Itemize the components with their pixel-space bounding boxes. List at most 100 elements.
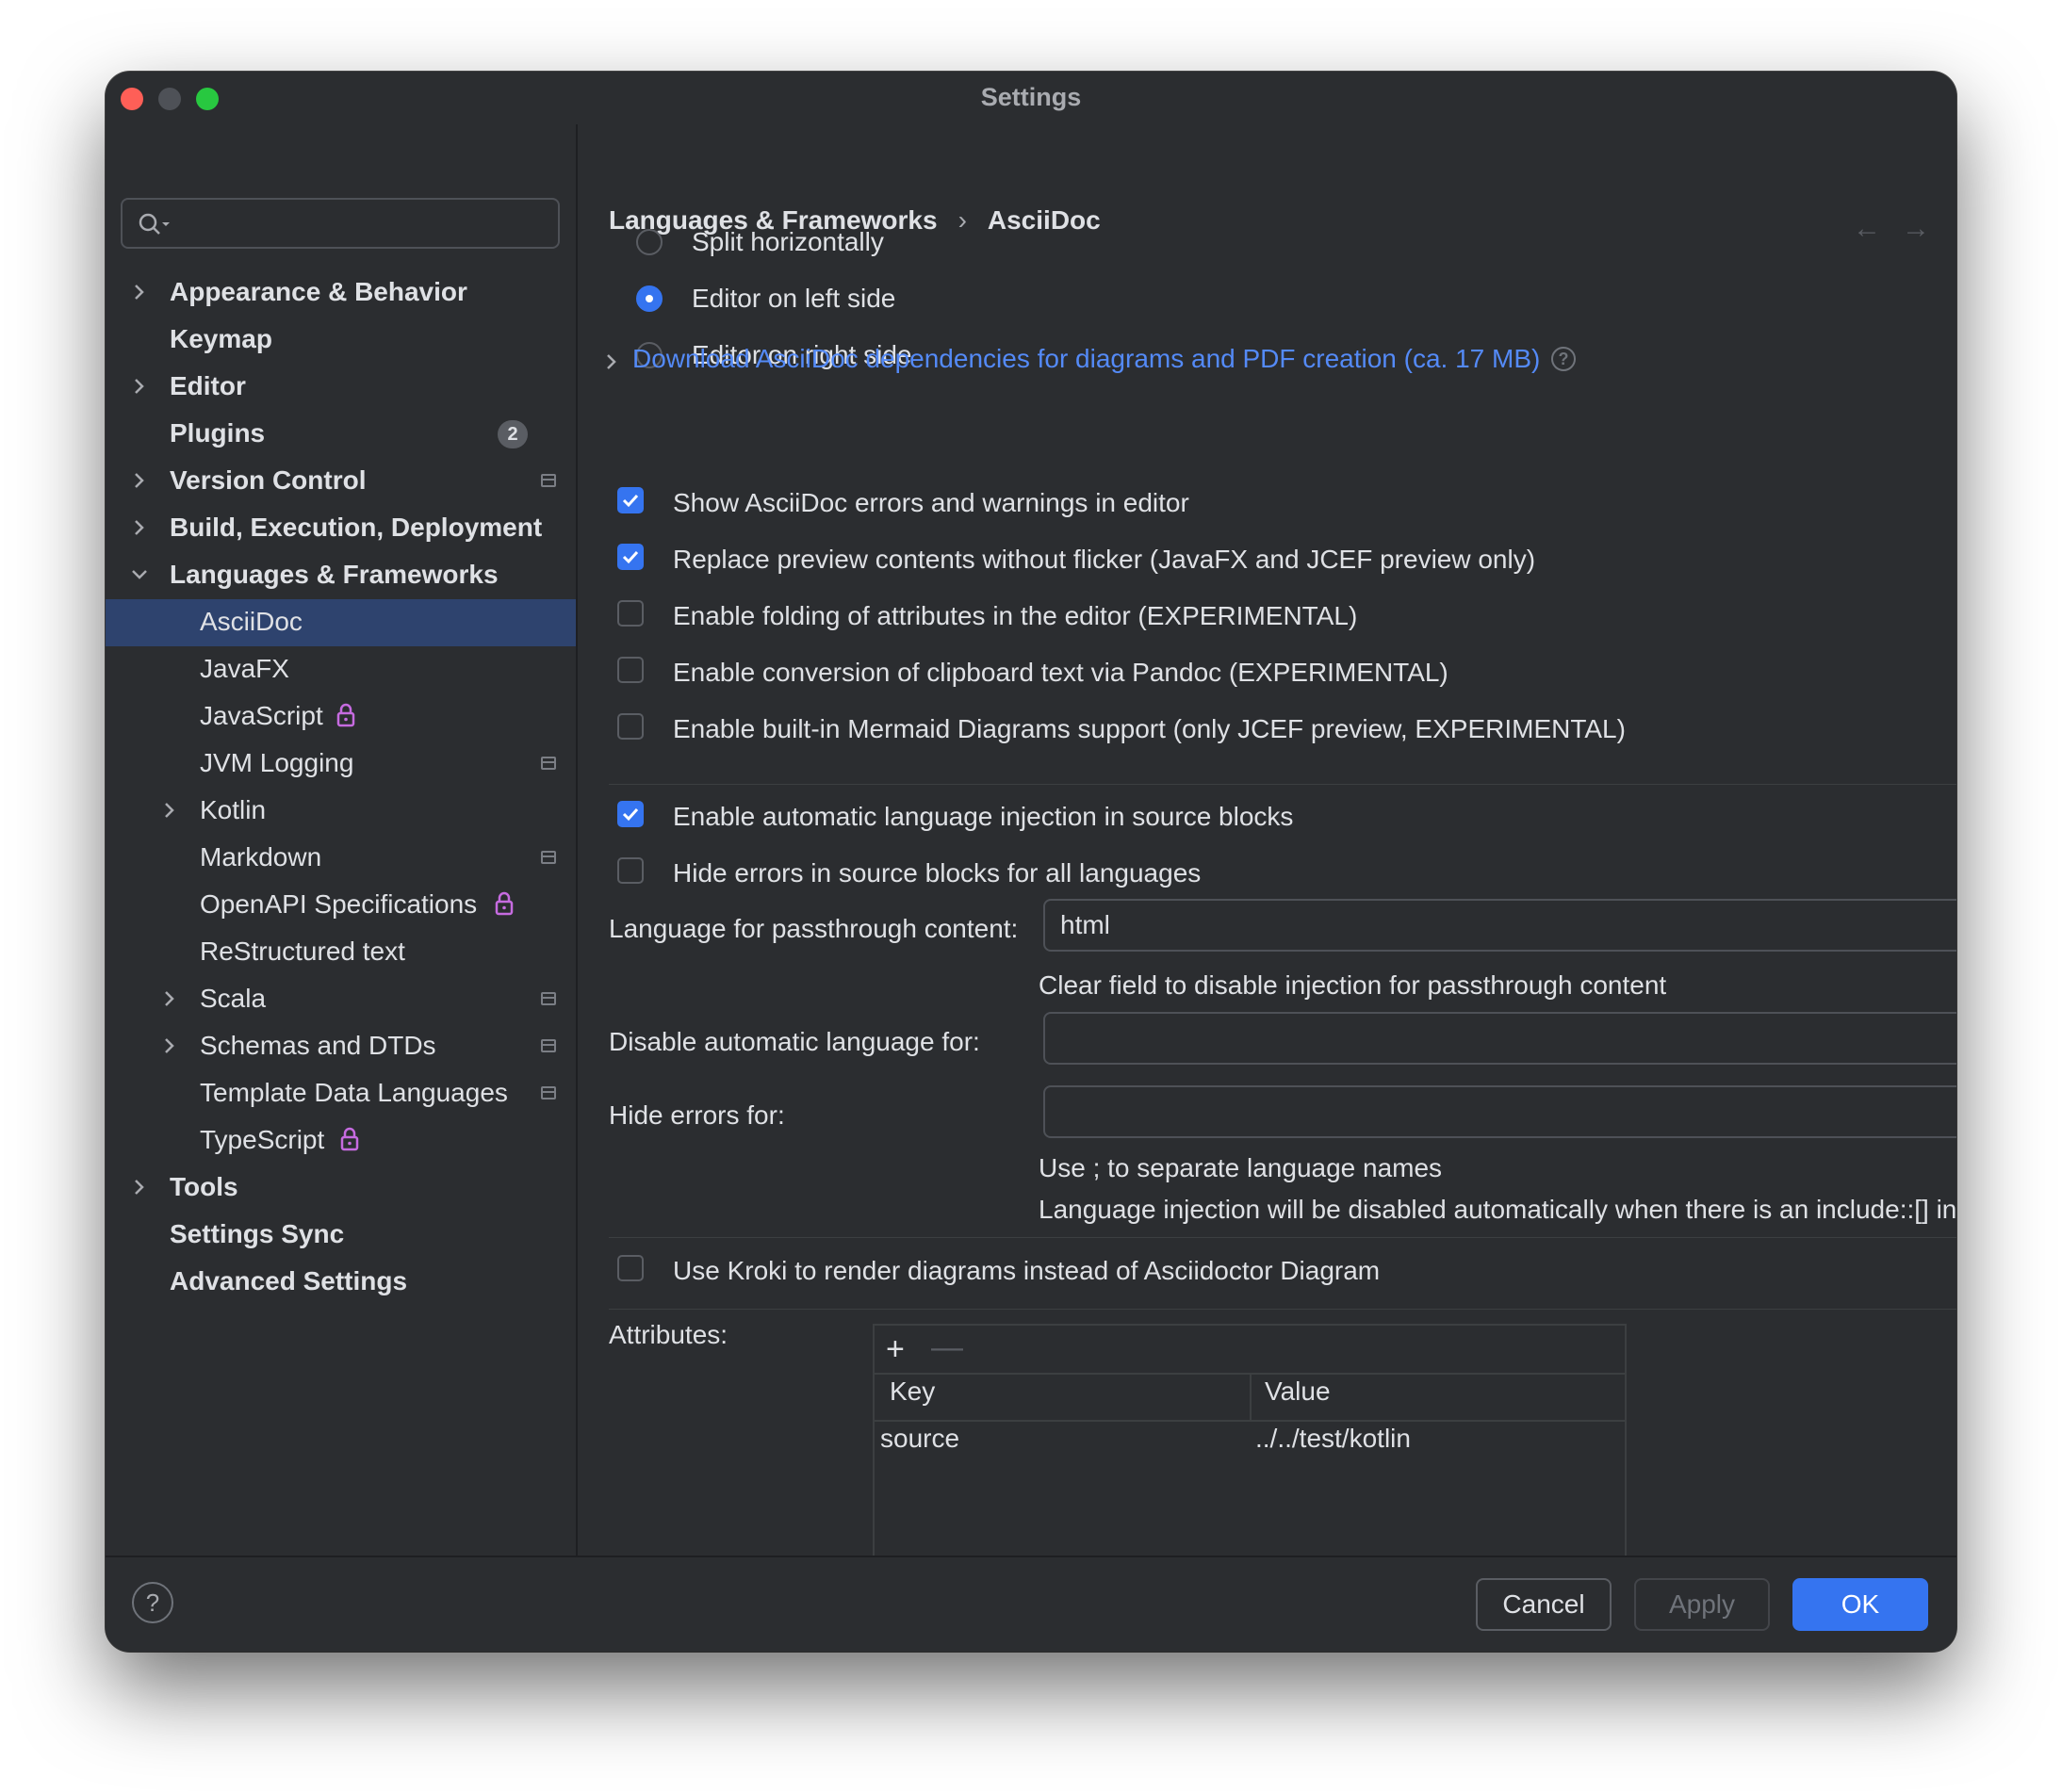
chevron-right-icon[interactable] bbox=[130, 468, 149, 493]
table-cell-value[interactable]: ../../test/kotlin bbox=[1255, 1424, 1411, 1454]
sidebar-item-jvm-logging[interactable]: JVM Logging bbox=[106, 741, 576, 788]
add-icon[interactable]: + bbox=[886, 1331, 905, 1368]
checkbox-label: Hide errors in source blocks for all lan… bbox=[673, 858, 1202, 888]
chevron-right-icon[interactable] bbox=[130, 374, 149, 399]
sidebar-item-label: JVM Logging bbox=[200, 748, 354, 777]
back-arrow-icon[interactable]: ← bbox=[1853, 213, 1881, 244]
sidebar-item-appearance-and-behavior[interactable]: Appearance & Behavior bbox=[106, 269, 576, 317]
checkbox-enable-conversion-of-clipboard-text-via-[interactable] bbox=[617, 657, 644, 683]
sidebar-item-javafx[interactable]: JavaFX bbox=[106, 646, 576, 693]
sidebar-item-languages-and-frameworks[interactable]: Languages & Frameworks bbox=[106, 552, 576, 599]
radio-editor-on-left-side[interactable] bbox=[636, 285, 663, 312]
table-cell-key[interactable]: source bbox=[880, 1424, 959, 1454]
attributes-label: Attributes: bbox=[609, 1320, 728, 1349]
sidebar-item-label: Scala bbox=[200, 984, 267, 1013]
chevron-right-icon[interactable] bbox=[604, 350, 619, 373]
checkbox-label: Show AsciiDoc errors and warnings in edi… bbox=[673, 488, 1189, 517]
checkbox-replace-preview-contents-without-flicker[interactable] bbox=[617, 544, 644, 570]
chevron-right-icon[interactable] bbox=[160, 798, 179, 823]
checkbox-enable-built-in-mermaid-diagrams-support[interactable] bbox=[617, 713, 644, 740]
chevron-right-icon[interactable] bbox=[130, 280, 149, 304]
title-bar: Settings bbox=[106, 72, 1956, 124]
sidebar-item-tools[interactable]: Tools bbox=[106, 1165, 576, 1212]
sidebar-item-label: Build, Execution, Deployment bbox=[170, 513, 543, 542]
download-dependencies-link[interactable]: Download AsciiDoc dependencies for diagr… bbox=[632, 344, 1540, 374]
sidebar-item-markdown[interactable]: Markdown bbox=[106, 835, 576, 882]
remove-icon[interactable]: — bbox=[931, 1329, 963, 1366]
sidebar-item-label: Template Data Languages bbox=[200, 1078, 508, 1107]
history-navigation: ← → bbox=[1832, 213, 1930, 245]
hide-errors-input[interactable] bbox=[1043, 1085, 1956, 1138]
sidebar-item-label: TypeScript bbox=[200, 1125, 325, 1154]
lock-icon bbox=[335, 702, 356, 733]
sidebar-item-editor[interactable]: Editor bbox=[106, 364, 576, 411]
sidebar-item-advanced-settings[interactable]: Advanced Settings bbox=[106, 1259, 576, 1306]
apply-button[interactable]: Apply bbox=[1634, 1578, 1770, 1631]
sidebar-item-label: AsciiDoc bbox=[200, 607, 303, 636]
project-level-icon bbox=[541, 757, 556, 770]
sidebar-item-label: JavaScript bbox=[200, 701, 323, 730]
sidebar-item-label: Editor bbox=[170, 371, 246, 400]
sidebar-item-scala[interactable]: Scala bbox=[106, 976, 576, 1023]
sidebar-item-openapi-specifications[interactable]: OpenAPI Specifications bbox=[106, 882, 576, 929]
include-hint: Language injection will be disabled auto… bbox=[1039, 1195, 1956, 1224]
sidebar-item-version-control[interactable]: Version Control bbox=[106, 458, 576, 505]
sidebar-item-keymap[interactable]: Keymap bbox=[106, 317, 576, 364]
cancel-button[interactable]: Cancel bbox=[1476, 1578, 1612, 1631]
sidebar-item-label: OpenAPI Specifications bbox=[200, 889, 478, 919]
attributes-table: + — Key Value source ../../test/kotlin bbox=[873, 1324, 1627, 1580]
window-title: Settings bbox=[980, 83, 1082, 111]
column-divider[interactable] bbox=[1250, 1373, 1252, 1420]
checkbox-label: Enable conversion of clipboard text via … bbox=[673, 658, 1448, 687]
column-header-key[interactable]: Key bbox=[890, 1377, 935, 1407]
sidebar-item-schemas-and-dtds[interactable]: Schemas and DTDs bbox=[106, 1023, 576, 1070]
help-icon[interactable]: ? bbox=[1551, 347, 1576, 371]
ok-button[interactable]: OK bbox=[1792, 1578, 1928, 1631]
chevron-right-icon[interactable] bbox=[160, 986, 179, 1011]
kroki-label: Use Kroki to render diagrams instead of … bbox=[673, 1256, 1381, 1285]
chevron-down-icon[interactable] bbox=[130, 562, 149, 587]
sidebar-item-template-data-languages[interactable]: Template Data Languages bbox=[106, 1070, 576, 1117]
sidebar-item-asciidoc[interactable]: AsciiDoc bbox=[106, 599, 576, 646]
sidebar-item-settings-sync[interactable]: Settings Sync bbox=[106, 1212, 576, 1259]
kroki-checkbox[interactable] bbox=[617, 1255, 644, 1281]
checkbox-enable-folding-of-attributes-in-the-edit[interactable] bbox=[617, 600, 644, 627]
checkbox-enable-automatic-language-injection-in-s[interactable] bbox=[617, 801, 644, 827]
separator bbox=[609, 1237, 1956, 1238]
sidebar-item-label: Markdown bbox=[200, 842, 322, 872]
radio-split-horizontally[interactable] bbox=[636, 229, 663, 255]
disable-auto-language-label: Disable automatic language for: bbox=[609, 1027, 980, 1056]
header-divider bbox=[875, 1420, 1625, 1422]
sidebar-item-typescript[interactable]: TypeScript bbox=[106, 1117, 576, 1165]
sidebar-item-label: Tools bbox=[170, 1172, 238, 1201]
chevron-right-icon[interactable] bbox=[160, 1034, 179, 1058]
sidebar-item-label: ReStructured text bbox=[200, 937, 405, 966]
settings-window: Settings Appearance & Behavior Keymap Edit… bbox=[106, 72, 1956, 1652]
passthrough-language-input[interactable]: html bbox=[1043, 899, 1956, 952]
passthrough-label: Language for passthrough content: bbox=[609, 914, 1019, 943]
sidebar-item-restructured-text[interactable]: ReStructured text bbox=[106, 929, 576, 976]
help-button[interactable]: ? bbox=[132, 1582, 173, 1623]
sidebar-item-label: Plugins bbox=[170, 418, 266, 448]
checkbox-hide-errors-in-source-blocks-for-all-lan[interactable] bbox=[617, 857, 644, 884]
forward-arrow-icon[interactable]: → bbox=[1902, 213, 1930, 244]
hide-errors-label: Hide errors for: bbox=[609, 1100, 785, 1130]
asciidoc-settings-panel: Languages & Frameworks › AsciiDoc ← → Split… bbox=[578, 124, 1956, 1580]
checkbox-label: Enable folding of attributes in the edit… bbox=[673, 601, 1358, 630]
checkbox-show-asciidoc-errors-and-warnings-in-edi[interactable] bbox=[617, 487, 644, 513]
project-level-icon bbox=[541, 1086, 556, 1100]
sidebar-item-kotlin[interactable]: Kotlin bbox=[106, 788, 576, 835]
column-header-value[interactable]: Value bbox=[1265, 1377, 1331, 1407]
chevron-right-icon[interactable] bbox=[130, 1175, 149, 1199]
breadcrumb-current: AsciiDoc bbox=[987, 205, 1101, 235]
radio-label: Split horizontally bbox=[692, 227, 884, 256]
chevron-right-icon[interactable] bbox=[130, 515, 149, 540]
disable-auto-language-input[interactable] bbox=[1043, 1012, 1956, 1065]
table-toolbar: + — bbox=[875, 1326, 1625, 1375]
sidebar-item-plugins[interactable]: Plugins 2 bbox=[106, 411, 576, 458]
sidebar-item-javascript[interactable]: JavaScript bbox=[106, 693, 576, 741]
project-level-icon bbox=[541, 992, 556, 1005]
separator bbox=[609, 1309, 1956, 1310]
sidebar-item-build-execution-deployment[interactable]: Build, Execution, Deployment bbox=[106, 505, 576, 552]
settings-search-input[interactable] bbox=[121, 198, 560, 249]
